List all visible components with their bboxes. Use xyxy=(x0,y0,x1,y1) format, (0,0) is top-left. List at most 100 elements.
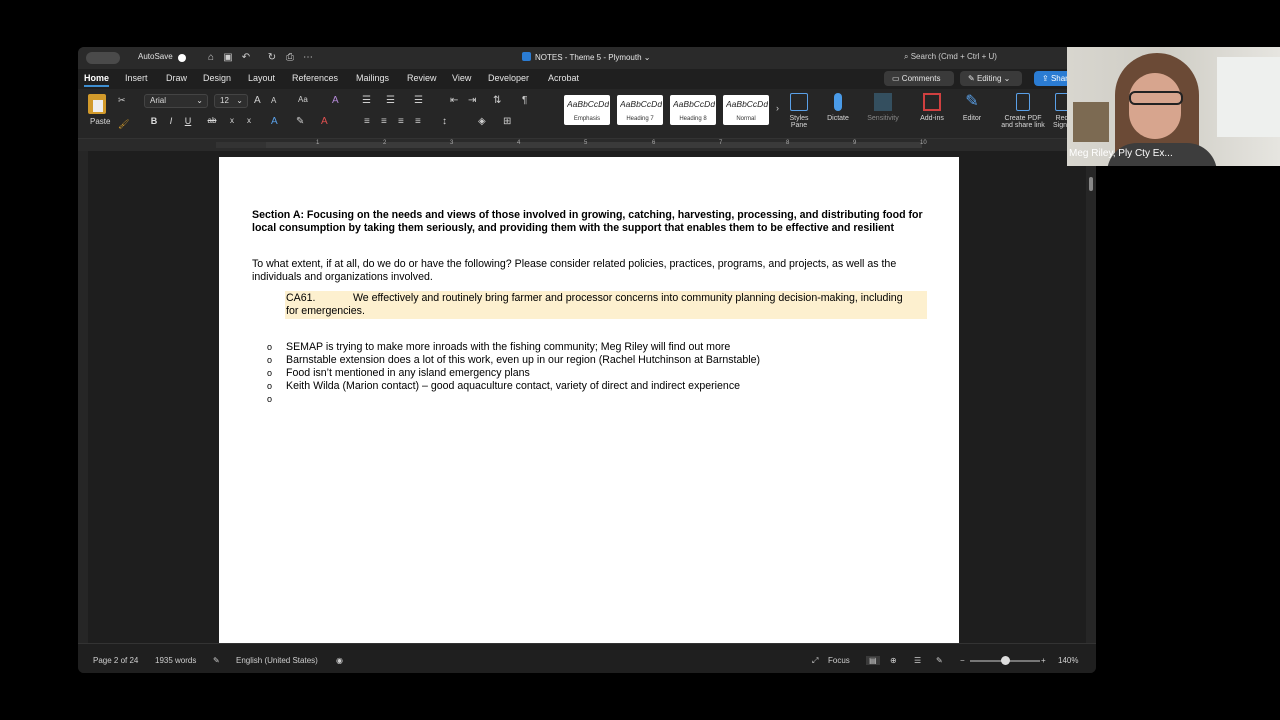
comments-button[interactable]: ▭ Comments xyxy=(884,71,954,86)
paste-label[interactable]: Paste xyxy=(90,117,110,126)
autosave-toggle[interactable] xyxy=(178,54,186,62)
underline-button[interactable]: U xyxy=(182,116,194,126)
language[interactable]: English (United States) xyxy=(236,656,318,665)
web-layout-icon[interactable]: ⊕ xyxy=(890,656,897,665)
align-left-icon[interactable]: ≡ xyxy=(364,116,370,127)
horizontal-ruler[interactable]: 1 2 3 4 5 6 7 8 9 10 xyxy=(78,139,1096,151)
save-icon[interactable]: ▣ xyxy=(221,51,235,65)
tab-draw[interactable]: Draw xyxy=(166,73,187,83)
tab-mailings[interactable]: Mailings xyxy=(356,73,389,83)
increase-indent-icon[interactable]: ⇥ xyxy=(468,95,476,106)
shrink-font-icon[interactable]: A xyxy=(271,96,276,105)
more-icon[interactable]: ⋯ xyxy=(301,51,315,65)
italic-button[interactable]: I xyxy=(165,116,177,126)
ruler-number: 10 xyxy=(920,140,927,146)
zoom-slider-handle[interactable] xyxy=(1001,656,1010,665)
document-page[interactable]: Section A: Focusing on the needs and vie… xyxy=(219,157,959,647)
sort-icon[interactable]: ⇅ xyxy=(493,95,501,106)
chevron-right-icon[interactable]: › xyxy=(776,103,779,113)
tab-view[interactable]: View xyxy=(452,73,471,83)
vertical-scrollbar[interactable] xyxy=(1086,151,1096,643)
pilcrow-icon[interactable]: ¶ xyxy=(522,95,527,106)
section-heading[interactable]: Section A: Focusing on the needs and vie… xyxy=(252,209,924,235)
line-spacing-icon[interactable]: ↕ xyxy=(442,116,447,127)
zoom-in-icon[interactable]: + xyxy=(1041,656,1046,665)
sensitivity-icon xyxy=(874,93,892,111)
window-controls[interactable] xyxy=(86,52,120,64)
bold-button[interactable]: B xyxy=(148,116,160,126)
styles-pane-button[interactable]: Styles Pane xyxy=(786,93,812,129)
subscript-button[interactable]: x xyxy=(226,116,238,125)
list-item[interactable]: o SEMAP is trying to make more inroads wi… xyxy=(267,341,927,354)
create-pdf-button[interactable]: Create PDF and share link xyxy=(998,93,1048,129)
align-center-icon[interactable]: ≡ xyxy=(381,116,387,127)
editor-button[interactable]: ✎ Editor xyxy=(958,93,986,122)
scrollbar-thumb[interactable] xyxy=(1089,177,1093,191)
font-color-icon[interactable]: A xyxy=(321,116,328,127)
document-title[interactable]: NOTES - Theme 5 - Plymouth ⌄ xyxy=(522,52,651,62)
accessibility-icon[interactable]: ◉ xyxy=(336,656,343,665)
ca61-highlighted-item[interactable]: CA61. We effectively and routinely bring… xyxy=(285,291,927,319)
justify-icon[interactable]: ≡ xyxy=(415,116,421,127)
shading-icon[interactable]: ◈ xyxy=(478,116,486,127)
ruler-number: 1 xyxy=(316,140,320,146)
zoom-level[interactable]: 140% xyxy=(1058,656,1078,665)
tab-design[interactable]: Design xyxy=(203,73,231,83)
borders-icon[interactable]: ⊞ xyxy=(503,116,511,127)
decrease-indent-icon[interactable]: ⇤ xyxy=(450,95,458,106)
outline-view-icon[interactable]: ☰ xyxy=(914,656,921,665)
cut-icon[interactable]: ✂ xyxy=(118,95,126,106)
document-canvas[interactable]: Section A: Focusing on the needs and vie… xyxy=(78,151,1096,647)
tab-review[interactable]: Review xyxy=(407,73,437,83)
home-icon[interactable]: ⌂ xyxy=(204,51,218,65)
highlight-icon[interactable]: ✎ xyxy=(296,116,304,127)
text-effects-icon[interactable]: A xyxy=(271,116,278,127)
paste-icon[interactable] xyxy=(88,94,106,114)
font-name-select[interactable]: Arial ⌄ xyxy=(144,94,208,108)
proofing-icon[interactable]: ✎ xyxy=(213,656,220,665)
print-icon[interactable]: ⎙ xyxy=(283,51,297,65)
format-painter-icon[interactable]: 🖌 xyxy=(118,119,129,130)
style-heading-8[interactable]: AaBbCcDd Heading 8 xyxy=(670,95,716,125)
tab-acrobat[interactable]: Acrobat xyxy=(548,73,579,83)
undo-icon[interactable]: ↶ xyxy=(239,51,253,65)
addins-button[interactable]: Add-ins xyxy=(916,93,948,122)
tab-developer[interactable]: Developer xyxy=(488,73,529,83)
strikethrough-button[interactable]: ab xyxy=(206,116,218,125)
list-item[interactable]: o Barnstable extension does a lot of this… xyxy=(267,354,927,367)
tab-home[interactable]: Home xyxy=(84,73,110,87)
grow-font-icon[interactable]: A xyxy=(254,95,261,106)
word-count[interactable]: 1935 words xyxy=(155,656,196,665)
sensitivity-button[interactable]: Sensitivity xyxy=(864,93,902,122)
numbering-icon[interactable]: ☰ xyxy=(386,95,395,106)
search-box[interactable]: ⌕ Search (Cmd + Ctrl + U) xyxy=(904,52,997,62)
redo-icon[interactable]: ↻ xyxy=(265,51,279,65)
tab-insert[interactable]: Insert xyxy=(125,73,148,83)
zoom-out-icon[interactable]: − xyxy=(960,656,965,665)
pdf-icon xyxy=(1016,93,1030,111)
question-text[interactable]: To what extent, if at all, do we do or h… xyxy=(252,258,924,284)
focus-button[interactable]: Focus xyxy=(828,656,850,665)
share-icon: ⇪ xyxy=(1042,74,1049,83)
list-item[interactable]: o Food isn’t mentioned in any island emer… xyxy=(267,367,927,380)
editing-mode-button[interactable]: ✎ Editing ⌄ xyxy=(960,71,1022,86)
align-right-icon[interactable]: ≡ xyxy=(398,116,404,127)
style-heading-7[interactable]: AaBbCcDd Heading 7 xyxy=(617,95,663,125)
dictate-button[interactable]: Dictate xyxy=(823,93,853,122)
font-size-select[interactable]: 12 ⌄ xyxy=(214,94,248,108)
styles-pane-label-1: Styles xyxy=(789,115,809,122)
style-normal[interactable]: AaBbCcDd Normal xyxy=(723,95,769,125)
clear-formatting-icon[interactable]: A xyxy=(332,95,339,106)
tab-layout[interactable]: Layout xyxy=(248,73,275,83)
draft-view-icon[interactable]: ✎ xyxy=(936,656,943,665)
change-case-icon[interactable]: Aa xyxy=(298,95,308,104)
bullets-icon[interactable]: ☰ xyxy=(362,95,371,106)
list-item[interactable]: o Keith Wilda (Marion contact) – good aqu… xyxy=(267,380,927,393)
list-item[interactable]: o xyxy=(267,393,927,406)
tab-references[interactable]: References xyxy=(292,73,338,83)
superscript-button[interactable]: x xyxy=(243,116,255,125)
page-count[interactable]: Page 2 of 24 xyxy=(93,656,138,665)
multilevel-list-icon[interactable]: ☰ xyxy=(414,95,423,106)
style-emphasis[interactable]: AaBbCcDd Emphasis xyxy=(564,95,610,125)
print-layout-icon[interactable]: ▤ xyxy=(866,656,880,665)
